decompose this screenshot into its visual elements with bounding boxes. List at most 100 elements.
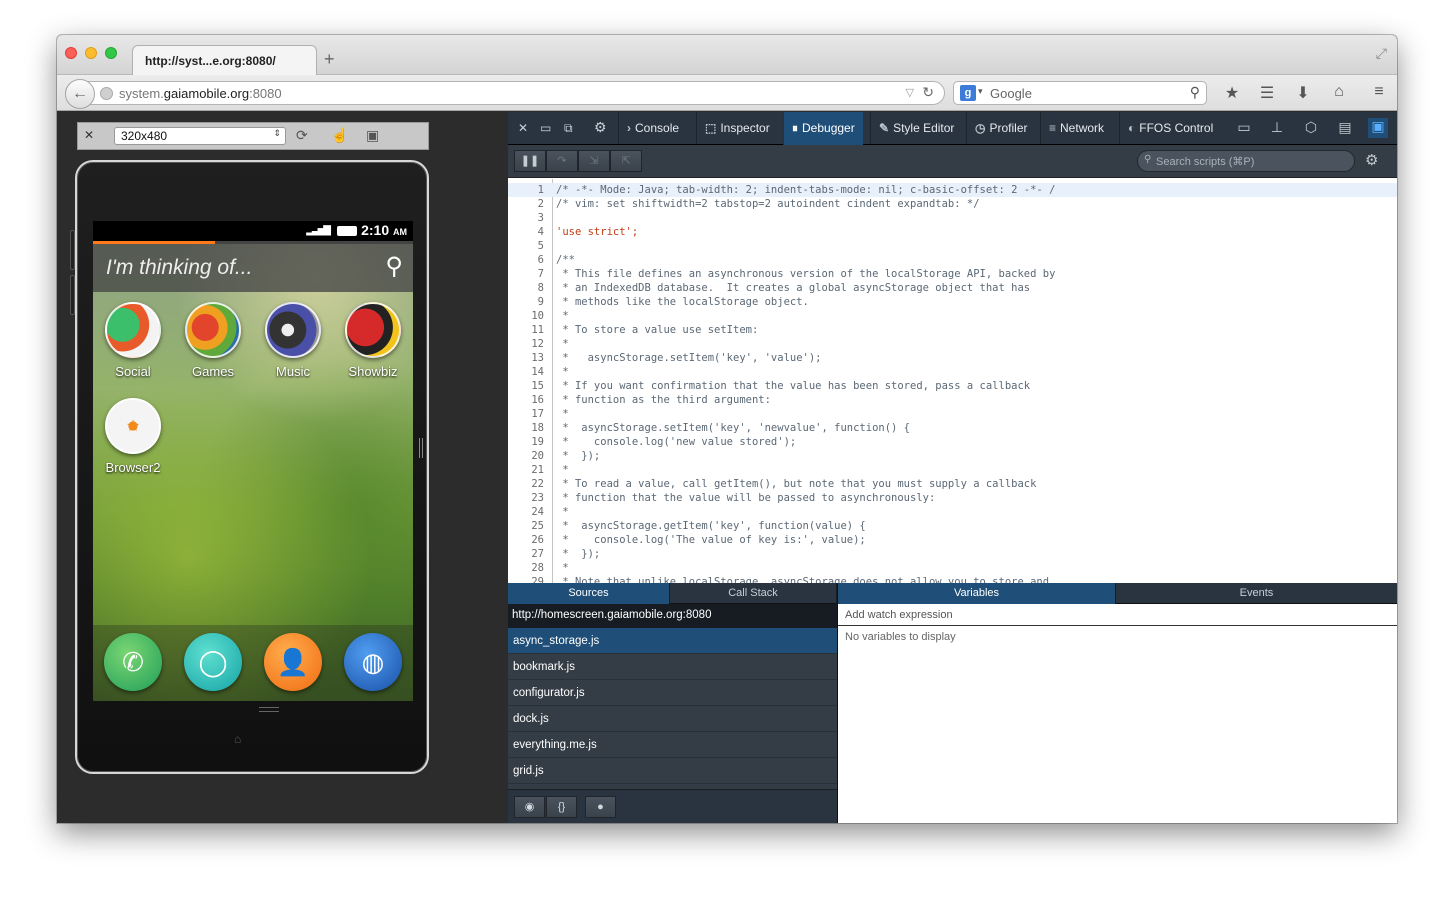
menu-icon[interactable]: ≡ xyxy=(1369,83,1389,101)
code-line[interactable]: 17 * xyxy=(508,407,1397,421)
home-icon[interactable]: ⌂ xyxy=(1329,83,1349,101)
code-line[interactable]: 25 * asyncStorage.getItem('key', functio… xyxy=(508,519,1397,533)
source-item[interactable]: bookmark.js xyxy=(508,654,837,680)
source-item[interactable]: everything.me.js xyxy=(508,732,837,758)
close-icon[interactable]: ✕ xyxy=(84,128,94,142)
volume-down-button[interactable] xyxy=(70,275,75,315)
phone-icon[interactable]: ✆ xyxy=(104,633,162,691)
code-line[interactable]: 12 * xyxy=(508,337,1397,351)
line-number[interactable]: 11 xyxy=(508,323,548,337)
code-line[interactable]: 5 xyxy=(508,239,1397,253)
line-number[interactable]: 28 xyxy=(508,561,548,575)
search-scripts-input[interactable]: ⚲ Search scripts (⌘P) xyxy=(1137,150,1355,172)
url-bar[interactable]: ← system.gaiamobile.org:8080 ▽ ↻ xyxy=(65,79,945,109)
search-prompt[interactable]: I'm thinking of... xyxy=(106,256,252,280)
code-line[interactable]: 16 * function as the third argument: xyxy=(508,393,1397,407)
bookmark-star-icon[interactable]: ★ xyxy=(1222,83,1242,103)
tab-ffos-control[interactable]: ◐ FFOS Control xyxy=(1119,112,1221,145)
contacts-icon[interactable]: 👤 xyxy=(264,633,322,691)
code-line[interactable]: 3 xyxy=(508,211,1397,225)
fullscreen-icon[interactable]: ⤢ xyxy=(1376,45,1387,62)
back-button[interactable]: ← xyxy=(65,79,95,109)
browser-tab[interactable]: http://syst...e.org:8080/ xyxy=(132,45,317,76)
watch-expression-input[interactable]: Add watch expression xyxy=(838,604,1397,626)
tab-variables[interactable]: Variables xyxy=(838,583,1116,604)
pause-button[interactable]: ❚❚ xyxy=(514,150,546,172)
new-tab-button[interactable]: + xyxy=(324,49,335,70)
line-number[interactable]: 24 xyxy=(508,505,548,519)
source-item[interactable]: grid.js xyxy=(508,758,837,784)
line-number[interactable]: 18 xyxy=(508,421,548,435)
line-number[interactable]: 6 xyxy=(508,253,548,267)
toolbox-options-icon[interactable]: ⚙ xyxy=(594,119,607,136)
line-number[interactable]: 25 xyxy=(508,519,548,533)
url-text[interactable]: system.gaiamobile.org:8080 xyxy=(119,86,282,101)
code-line[interactable]: 2 /* vim: set shiftwidth=2 tabstop=2 auto… xyxy=(508,197,1397,211)
line-number[interactable]: 4 xyxy=(508,225,548,239)
tab-style-editor[interactable]: ✎ Style Editor xyxy=(870,112,962,145)
dock-window-icon[interactable]: ⧉ xyxy=(564,121,573,136)
code-line[interactable]: 19 * console.log('new value stored'); xyxy=(508,435,1397,449)
tab-sources[interactable]: Sources xyxy=(508,583,670,604)
code-line[interactable]: 15 * If you want confirmation that the v… xyxy=(508,379,1397,393)
code-line[interactable]: 28 * xyxy=(508,561,1397,575)
close-window-button[interactable] xyxy=(65,47,77,59)
line-number[interactable]: 14 xyxy=(508,365,548,379)
volume-up-button[interactable] xyxy=(70,230,75,270)
debugger-options-icon[interactable]: ⚙ xyxy=(1365,151,1378,169)
reload-icon[interactable]: ↻ xyxy=(922,84,934,101)
line-number[interactable]: 5 xyxy=(508,239,548,253)
app-music[interactable]: Music xyxy=(258,302,328,379)
pretty-print-button[interactable]: {} xyxy=(546,796,577,818)
site-identity-icon[interactable] xyxy=(100,87,113,100)
code-line[interactable]: 22 * To read a value, call getItem(), bu… xyxy=(508,477,1397,491)
search-bar[interactable]: g ▾ Google ⚲ xyxy=(953,81,1207,105)
app-showbiz[interactable]: Showbiz xyxy=(338,302,408,379)
step-in-button[interactable]: ⇲ xyxy=(578,150,610,172)
dock-bottom-icon[interactable]: ▭ xyxy=(540,121,551,135)
code-line[interactable]: 8 * an IndexedDB database. It creates a … xyxy=(508,281,1397,295)
code-line[interactable]: 6 /** xyxy=(508,253,1397,267)
code-line[interactable]: 10 * xyxy=(508,309,1397,323)
source-item[interactable]: configurator.js xyxy=(508,680,837,706)
bookmarks-menu-icon[interactable]: ☰ xyxy=(1257,83,1277,103)
line-number[interactable]: 19 xyxy=(508,435,548,449)
zoom-window-button[interactable] xyxy=(105,47,117,59)
close-devtools-icon[interactable]: ✕ xyxy=(518,121,528,135)
browser-icon[interactable]: ◍ xyxy=(344,633,402,691)
search-engine-dropdown-icon[interactable]: ▾ xyxy=(978,86,983,97)
search-icon[interactable]: ⚲ xyxy=(1190,84,1200,101)
screen-size-select[interactable]: 320x480 ⇕ xyxy=(114,127,286,145)
rotate-icon[interactable]: ⟳ xyxy=(296,127,308,144)
code-line[interactable]: 4 'use strict'; xyxy=(508,225,1397,239)
tab-events[interactable]: Events xyxy=(1116,583,1397,604)
line-number[interactable]: 23 xyxy=(508,491,548,505)
line-number[interactable]: 26 xyxy=(508,533,548,547)
source-editor[interactable]: 1 /* -*- Mode: Java; tab-width: 2; indent… xyxy=(508,179,1397,583)
step-out-button[interactable]: ⇱ xyxy=(610,150,642,172)
tab-console[interactable]: › Console xyxy=(618,112,687,145)
touch-icon[interactable]: ☝ xyxy=(331,127,348,144)
line-number[interactable]: 7 xyxy=(508,267,548,281)
code-line[interactable]: 11 * To store a value use setItem: xyxy=(508,323,1397,337)
line-number[interactable]: 27 xyxy=(508,547,548,561)
app-social[interactable]: Social xyxy=(98,302,168,379)
code-line[interactable]: 1 /* -*- Mode: Java; tab-width: 2; indent… xyxy=(508,183,1397,197)
tab-network[interactable]: ≡ Network xyxy=(1040,112,1112,145)
splitter-handle[interactable] xyxy=(419,438,423,458)
line-number[interactable]: 17 xyxy=(508,407,548,421)
search-input[interactable]: Google xyxy=(990,86,1032,101)
search-icon[interactable]: ⚲ xyxy=(385,252,403,281)
messages-icon[interactable]: ◯ xyxy=(184,633,242,691)
tab-profiler[interactable]: ◷ Profiler xyxy=(966,112,1036,145)
line-number[interactable]: 15 xyxy=(508,379,548,393)
source-item[interactable]: async_storage.js xyxy=(508,628,837,654)
blackbox-eye-icon[interactable]: ◉ xyxy=(514,796,545,818)
code-line[interactable]: 7 * This file defines an asynchronous ve… xyxy=(508,267,1397,281)
app-browser2[interactable]: ★ Browser2 xyxy=(98,398,168,475)
code-line[interactable]: 24 * xyxy=(508,505,1397,519)
split-console-icon[interactable]: ▭ xyxy=(1234,119,1254,136)
line-number[interactable]: 22 xyxy=(508,477,548,491)
line-number[interactable]: 9 xyxy=(508,295,548,309)
line-number[interactable]: 16 xyxy=(508,393,548,407)
